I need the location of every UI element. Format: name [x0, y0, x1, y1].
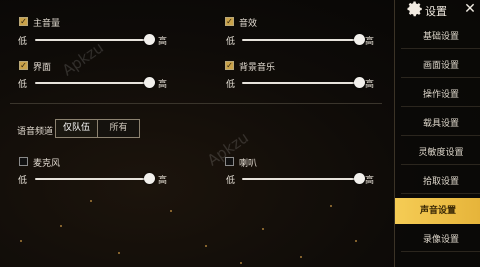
master-volume-label: 主音量 — [33, 19, 61, 29]
speaker-volume-label: 喇叭 — [239, 159, 258, 169]
master-volume-high-label: 高 — [158, 37, 168, 47]
sidebar-header: 设置 ✕ — [395, 0, 480, 19]
mic-volume-high-label: 高 — [158, 176, 168, 186]
music-volume-low-label: 低 — [226, 80, 236, 90]
gear-icon — [407, 1, 422, 17]
speaker-volume-high-label: 高 — [365, 176, 375, 186]
ui-volume-label: 界面 — [33, 63, 52, 73]
music-volume-high-label: 高 — [365, 80, 375, 90]
section-divider — [10, 103, 382, 104]
effects-volume-knob[interactable] — [354, 34, 365, 45]
sidebar-item-pickup[interactable]: 拾取设置 — [401, 171, 480, 194]
settings-sidebar: 设置 ✕ 基础设置 画面设置 操作设置 载具设置 灵敏度设置 拾取设置 声音设置… — [394, 0, 480, 267]
voice-channel-selector[interactable]: 仅队伍 所有 — [55, 119, 140, 138]
ui-volume-knob[interactable] — [144, 77, 155, 88]
master-volume-checkbox[interactable]: ✓ — [19, 17, 28, 26]
speaker-volume-slider[interactable] — [242, 178, 360, 180]
sidebar-item-sound[interactable]: 声音设置 — [395, 198, 480, 224]
effects-volume-slider[interactable] — [242, 39, 360, 41]
sidebar-title: 设置 — [425, 5, 447, 18]
mic-volume-low-label: 低 — [18, 176, 28, 186]
music-volume-label: 背景音乐 — [239, 63, 276, 73]
effects-volume-high-label: 高 — [365, 37, 375, 47]
speaker-volume-knob[interactable] — [354, 173, 365, 184]
close-icon: ✕ — [464, 1, 476, 17]
close-button[interactable]: ✕ — [462, 1, 478, 17]
mic-volume-label: 麦克风 — [33, 159, 61, 169]
master-volume-low-label: 低 — [18, 37, 28, 47]
effects-volume-label: 音效 — [239, 19, 258, 29]
master-volume-knob[interactable] — [144, 34, 155, 45]
mic-volume-checkbox[interactable]: ✓ — [19, 157, 28, 166]
ui-volume-low-label: 低 — [18, 80, 28, 90]
music-volume-knob[interactable] — [354, 77, 365, 88]
voice-channel-label: 语音频道 — [17, 127, 54, 137]
effects-volume-low-label: 低 — [226, 37, 236, 47]
mic-volume-knob[interactable] — [144, 173, 155, 184]
sidebar-item-controls[interactable]: 操作设置 — [401, 84, 480, 107]
voice-channel-team-option[interactable]: 仅队伍 — [56, 120, 98, 137]
sidebar-item-replay[interactable]: 录像设置 — [401, 229, 480, 252]
sidebar-item-graphics[interactable]: 画面设置 — [401, 55, 480, 78]
music-volume-checkbox[interactable]: ✓ — [225, 61, 234, 70]
watermark: Apkzu — [58, 38, 107, 80]
effects-volume-checkbox[interactable]: ✓ — [225, 17, 234, 26]
sound-settings-panel: ✓ 主音量 低 高 ✓ 音效 低 高 ✓ 界面 低 高 ✓ 背景音乐 低 高 语… — [0, 0, 393, 267]
sidebar-item-sensitivity[interactable]: 灵敏度设置 — [401, 142, 480, 165]
ui-volume-high-label: 高 — [158, 80, 168, 90]
ui-volume-slider[interactable] — [35, 82, 150, 84]
ui-volume-checkbox[interactable]: ✓ — [19, 61, 28, 70]
mic-volume-slider[interactable] — [35, 178, 150, 180]
sidebar-item-vehicle[interactable]: 载具设置 — [401, 113, 480, 136]
music-volume-slider[interactable] — [242, 82, 360, 84]
sidebar-item-basic[interactable]: 基础设置 — [401, 26, 480, 49]
speaker-volume-low-label: 低 — [226, 176, 236, 186]
voice-channel-all-option[interactable]: 所有 — [98, 120, 139, 137]
